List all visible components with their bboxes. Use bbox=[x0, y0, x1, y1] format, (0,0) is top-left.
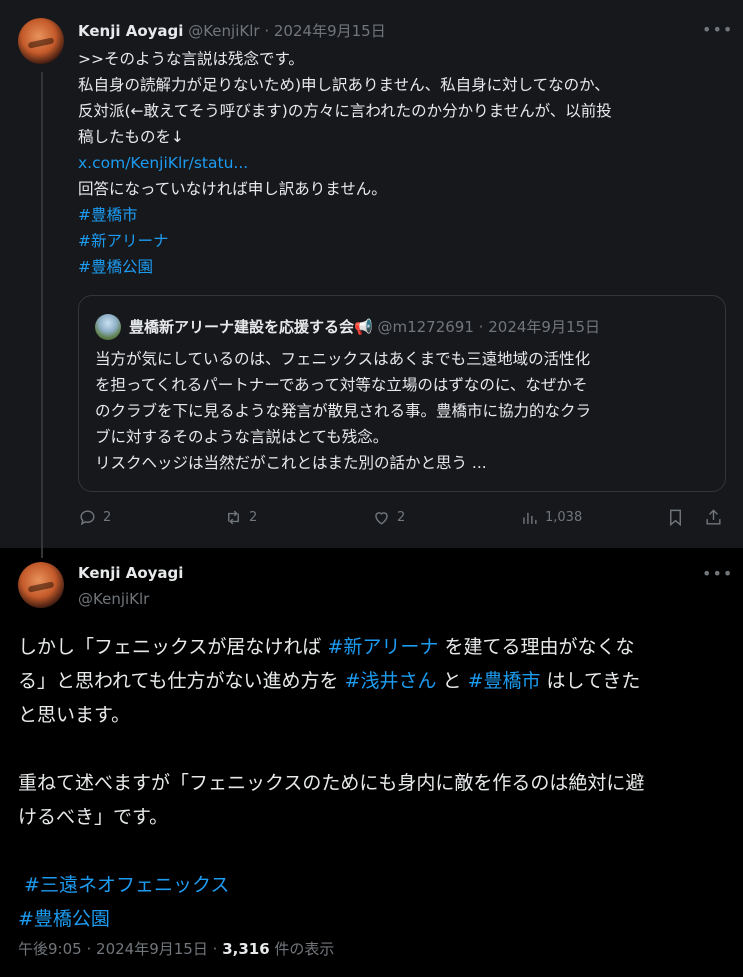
text-line: と思います。 bbox=[18, 704, 131, 726]
analytics-icon bbox=[523, 512, 537, 524]
author-name[interactable]: Kenji Aoyagi bbox=[78, 22, 183, 40]
thread-line bbox=[41, 72, 43, 558]
quoted-post[interactable]: 豊橋新アリーナ建設を応援する会📢 @m1272691 · 2024年9月15日 … bbox=[78, 295, 726, 492]
text-line: のクラブを下に見るような発言が散見される事。豊橋市に協力的なクラ bbox=[95, 402, 592, 420]
text-line: 当方が気にしているのは、フェニックスはあくまでも三遠地域の活性化 bbox=[95, 350, 591, 368]
avatar[interactable] bbox=[18, 18, 64, 64]
views-button[interactable]: 1,038 bbox=[520, 508, 582, 527]
text-line: 重ねて述べますが「フェニックスのためにも身内に敵を作るのは絶対に避 bbox=[18, 772, 645, 794]
repost-icon bbox=[228, 510, 239, 525]
hashtag-toyohashi-park[interactable]: #豊橋公園 bbox=[18, 902, 726, 936]
text-line: 反対派(←敢えてそう呼びます)の方々に言われたのか分かりませんが、以前投 bbox=[78, 102, 612, 120]
quoted-handle[interactable]: @m1272691 bbox=[377, 318, 473, 336]
separator: · bbox=[212, 940, 218, 958]
reply-header: Kenji Aoyagi @KenjiKlr · 2024年9月15日 bbox=[78, 20, 386, 41]
author-handle[interactable]: @KenjiKlr bbox=[78, 590, 149, 608]
hashtag-new-arena[interactable]: #新アリーナ bbox=[78, 228, 726, 254]
reply-icon bbox=[80, 510, 95, 526]
text-line: を担ってくれるパートナーであって対等な立場のはずなのに、なぜかそ bbox=[95, 376, 588, 394]
hashtag-toyohashi-park[interactable]: #豊橋公園 bbox=[78, 254, 726, 280]
text-line: 稿したものを↓ bbox=[78, 128, 184, 146]
view-label: 件の表示 bbox=[269, 940, 335, 958]
separator: · bbox=[86, 940, 92, 958]
bookmark-icon bbox=[670, 509, 681, 527]
text-line: しかし「フェニックスが居なければ #新アリーナ を建てる理由がなくな bbox=[18, 636, 635, 658]
hashtag-sanen-neophoenix[interactable]: #三遠ネオフェニックス bbox=[18, 868, 726, 902]
more-options-icon[interactable]: ••• bbox=[702, 564, 733, 583]
status-link[interactable]: x.com/KenjiKlr/statu... bbox=[78, 150, 726, 176]
repost-button[interactable]: 2 bbox=[224, 508, 257, 527]
reply-count: 2 bbox=[103, 510, 112, 525]
separator: · bbox=[478, 318, 484, 336]
quoted-date[interactable]: 2024年9月15日 bbox=[488, 318, 600, 336]
post-time[interactable]: 午後9:05 bbox=[18, 940, 82, 958]
hashtag-new-arena[interactable]: #新アリーナ bbox=[327, 636, 438, 658]
action-bar: 2 2 2 1,038 bbox=[78, 508, 726, 532]
like-count: 2 bbox=[397, 510, 406, 525]
post-meta: 午後9:05 · 2024年9月15日 · 3,316 件の表示 bbox=[18, 938, 334, 959]
like-button[interactable]: 2 bbox=[372, 508, 405, 527]
quoted-author-name[interactable]: 豊橋新アリーナ建設を応援する会📢 bbox=[129, 318, 373, 336]
reply-post[interactable]: Kenji Aoyagi @KenjiKlr · 2024年9月15日 ••• … bbox=[0, 0, 743, 558]
post-date[interactable]: 2024年9月15日 bbox=[96, 940, 208, 958]
post-text: しかし「フェニックスが居なければ #新アリーナ を建てる理由がなくな る」と思わ… bbox=[18, 630, 726, 936]
hashtag-toyohashi-city[interactable]: #豊橋市 bbox=[78, 202, 726, 228]
share-icon bbox=[706, 509, 721, 525]
text-line: 私自身の読解力が足りないため)申し訳ありません、私自身に対してなのか、 bbox=[78, 76, 610, 94]
hashtag-toyohashi-city[interactable]: #豊橋市 bbox=[468, 670, 541, 692]
avatar[interactable] bbox=[18, 562, 64, 608]
text-line: る」と思われても仕方がない進め方を #浅井さん と #豊橋市 はしてきた bbox=[18, 670, 641, 692]
heart-icon bbox=[375, 512, 388, 525]
reply-text: >>そのような言説は残念です。 私自身の読解力が足りないため)申し訳ありません、… bbox=[78, 46, 726, 280]
separator: · bbox=[264, 22, 270, 40]
text-line: 回答になっていなければ申し訳ありません。 bbox=[78, 180, 387, 198]
more-options-icon[interactable]: ••• bbox=[702, 20, 733, 39]
quoted-header: 豊橋新アリーナ建設を応援する会📢 @m1272691 · 2024年9月15日 bbox=[129, 316, 600, 337]
text-line: リスクヘッジは当然だがこれとはまた別の話かと思う ... bbox=[95, 454, 487, 472]
text-line: >>そのような言説は残念です。 bbox=[78, 50, 304, 68]
post-date[interactable]: 2024年9月15日 bbox=[274, 22, 386, 40]
reply-button[interactable]: 2 bbox=[78, 508, 111, 527]
author-handle[interactable]: @KenjiKlr bbox=[188, 22, 259, 40]
hashtag-asai-san[interactable]: #浅井さん bbox=[345, 670, 437, 692]
text-line: ブに対するそのような言説はとても残念。 bbox=[95, 428, 389, 446]
view-count: 3,316 bbox=[222, 940, 270, 958]
share-button[interactable] bbox=[704, 508, 729, 527]
author-name[interactable]: Kenji Aoyagi bbox=[78, 564, 183, 582]
repost-count: 2 bbox=[249, 510, 258, 525]
views-count: 1,038 bbox=[545, 510, 583, 525]
bookmark-button[interactable] bbox=[666, 508, 691, 527]
text-line: けるべき」です。 bbox=[18, 806, 169, 828]
quoted-text: 当方が気にしているのは、フェニックスはあくまでも三遠地域の活性化 を担ってくれる… bbox=[95, 346, 715, 476]
quoted-avatar[interactable] bbox=[95, 314, 121, 340]
